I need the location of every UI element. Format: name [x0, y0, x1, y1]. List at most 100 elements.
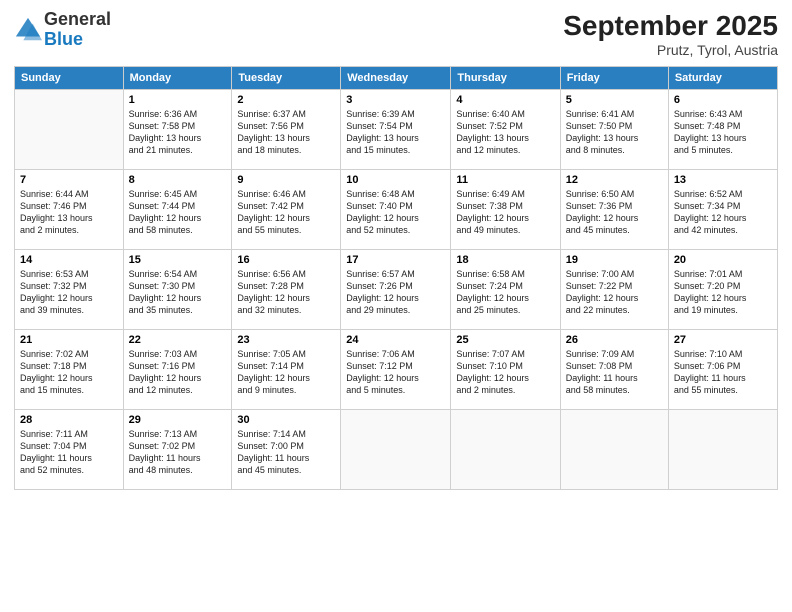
weekday-saturday: Saturday	[668, 67, 777, 90]
calendar-cell: 1 Sunrise: 6:36 AM Sunset: 7:58 PM Daylig…	[123, 90, 232, 170]
week-row-4: 21 Sunrise: 7:02 AM Sunset: 7:18 PM Dayli…	[15, 330, 778, 410]
weekday-monday: Monday	[123, 67, 232, 90]
title-block: September 2025 Prutz, Tyrol, Austria	[563, 10, 778, 58]
header: General Blue September 2025 Prutz, Tyrol…	[14, 10, 778, 58]
cell-text: Sunrise: 6:48 AM Sunset: 7:40 PM Dayligh…	[346, 188, 445, 237]
calendar-cell	[451, 410, 560, 490]
location: Prutz, Tyrol, Austria	[563, 42, 778, 58]
calendar-cell: 7 Sunrise: 6:44 AM Sunset: 7:46 PM Daylig…	[15, 170, 124, 250]
day-number: 7	[20, 174, 118, 186]
calendar-cell: 6 Sunrise: 6:43 AM Sunset: 7:48 PM Daylig…	[668, 90, 777, 170]
cell-text: Sunrise: 6:41 AM Sunset: 7:50 PM Dayligh…	[566, 108, 663, 157]
cell-text: Sunrise: 7:01 AM Sunset: 7:20 PM Dayligh…	[674, 268, 772, 317]
calendar-cell: 8 Sunrise: 6:45 AM Sunset: 7:44 PM Daylig…	[123, 170, 232, 250]
day-number: 27	[674, 334, 772, 346]
weekday-tuesday: Tuesday	[232, 67, 341, 90]
cell-text: Sunrise: 6:53 AM Sunset: 7:32 PM Dayligh…	[20, 268, 118, 317]
cell-text: Sunrise: 6:58 AM Sunset: 7:24 PM Dayligh…	[456, 268, 554, 317]
week-row-3: 14 Sunrise: 6:53 AM Sunset: 7:32 PM Dayli…	[15, 250, 778, 330]
calendar-cell: 24 Sunrise: 7:06 AM Sunset: 7:12 PM Dayli…	[341, 330, 451, 410]
day-number: 22	[129, 334, 227, 346]
day-number: 12	[566, 174, 663, 186]
day-number: 8	[129, 174, 227, 186]
week-row-2: 7 Sunrise: 6:44 AM Sunset: 7:46 PM Daylig…	[15, 170, 778, 250]
day-number: 19	[566, 254, 663, 266]
day-number: 11	[456, 174, 554, 186]
calendar-cell	[668, 410, 777, 490]
day-number: 20	[674, 254, 772, 266]
cell-text: Sunrise: 6:43 AM Sunset: 7:48 PM Dayligh…	[674, 108, 772, 157]
calendar-cell	[341, 410, 451, 490]
calendar-cell: 5 Sunrise: 6:41 AM Sunset: 7:50 PM Daylig…	[560, 90, 668, 170]
calendar-cell: 28Sunrise: 7:11 AM Sunset: 7:04 PM Dayli…	[15, 410, 124, 490]
calendar-cell: 29 Sunrise: 7:13 AM Sunset: 7:02 PM Dayli…	[123, 410, 232, 490]
cell-text: Sunrise: 6:37 AM Sunset: 7:56 PM Dayligh…	[237, 108, 335, 157]
calendar-cell: 30 Sunrise: 7:14 AM Sunset: 7:00 PM Dayli…	[232, 410, 341, 490]
calendar: SundayMondayTuesdayWednesdayThursdayFrid…	[14, 66, 778, 490]
day-number: 2	[237, 94, 335, 106]
cell-text: Sunrise: 6:44 AM Sunset: 7:46 PM Dayligh…	[20, 188, 118, 237]
calendar-cell: 10Sunrise: 6:48 AM Sunset: 7:40 PM Dayli…	[341, 170, 451, 250]
calendar-cell	[560, 410, 668, 490]
calendar-cell: 19 Sunrise: 7:00 AM Sunset: 7:22 PM Dayli…	[560, 250, 668, 330]
day-number: 4	[456, 94, 554, 106]
calendar-cell: 17Sunrise: 6:57 AM Sunset: 7:26 PM Dayli…	[341, 250, 451, 330]
cell-text: Sunrise: 7:10 AM Sunset: 7:06 PM Dayligh…	[674, 348, 772, 397]
cell-text: Sunrise: 6:57 AM Sunset: 7:26 PM Dayligh…	[346, 268, 445, 317]
day-number: 6	[674, 94, 772, 106]
day-number: 25	[456, 334, 554, 346]
weekday-header-row: SundayMondayTuesdayWednesdayThursdayFrid…	[15, 67, 778, 90]
calendar-cell: 15 Sunrise: 6:54 AM Sunset: 7:30 PM Dayli…	[123, 250, 232, 330]
day-number: 14	[20, 254, 118, 266]
cell-text: Sunrise: 6:46 AM Sunset: 7:42 PM Dayligh…	[237, 188, 335, 237]
cell-text: Sunrise: 7:02 AM Sunset: 7:18 PM Dayligh…	[20, 348, 118, 397]
day-number: 26	[566, 334, 663, 346]
cell-text: Sunrise: 6:39 AM Sunset: 7:54 PM Dayligh…	[346, 108, 445, 157]
cell-text: Sunrise: 6:54 AM Sunset: 7:30 PM Dayligh…	[129, 268, 227, 317]
logo-general-text: General	[44, 9, 111, 29]
cell-text: Sunrise: 7:00 AM Sunset: 7:22 PM Dayligh…	[566, 268, 663, 317]
day-number: 5	[566, 94, 663, 106]
logo-icon	[14, 16, 42, 44]
cell-text: Sunrise: 7:09 AM Sunset: 7:08 PM Dayligh…	[566, 348, 663, 397]
cell-text: Sunrise: 6:45 AM Sunset: 7:44 PM Dayligh…	[129, 188, 227, 237]
calendar-cell: 27 Sunrise: 7:10 AM Sunset: 7:06 PM Dayli…	[668, 330, 777, 410]
cell-text: Sunrise: 7:06 AM Sunset: 7:12 PM Dayligh…	[346, 348, 445, 397]
calendar-cell: 12 Sunrise: 6:50 AM Sunset: 7:36 PM Dayli…	[560, 170, 668, 250]
calendar-cell: 13Sunrise: 6:52 AM Sunset: 7:34 PM Dayli…	[668, 170, 777, 250]
cell-text: Sunrise: 6:40 AM Sunset: 7:52 PM Dayligh…	[456, 108, 554, 157]
calendar-cell: 22 Sunrise: 7:03 AM Sunset: 7:16 PM Dayli…	[123, 330, 232, 410]
weekday-friday: Friday	[560, 67, 668, 90]
day-number: 29	[129, 414, 227, 426]
calendar-cell: 16Sunrise: 6:56 AM Sunset: 7:28 PM Dayli…	[232, 250, 341, 330]
day-number: 24	[346, 334, 445, 346]
cell-text: Sunrise: 7:03 AM Sunset: 7:16 PM Dayligh…	[129, 348, 227, 397]
day-number: 3	[346, 94, 445, 106]
day-number: 21	[20, 334, 118, 346]
cell-text: Sunrise: 7:13 AM Sunset: 7:02 PM Dayligh…	[129, 428, 227, 477]
cell-text: Sunrise: 6:52 AM Sunset: 7:34 PM Dayligh…	[674, 188, 772, 237]
calendar-cell: 2 Sunrise: 6:37 AM Sunset: 7:56 PM Daylig…	[232, 90, 341, 170]
calendar-cell: 20 Sunrise: 7:01 AM Sunset: 7:20 PM Dayli…	[668, 250, 777, 330]
calendar-header: SundayMondayTuesdayWednesdayThursdayFrid…	[15, 67, 778, 90]
day-number: 1	[129, 94, 227, 106]
day-number: 28	[20, 414, 118, 426]
calendar-cell: 4 Sunrise: 6:40 AM Sunset: 7:52 PM Daylig…	[451, 90, 560, 170]
calendar-cell: 18 Sunrise: 6:58 AM Sunset: 7:24 PM Dayli…	[451, 250, 560, 330]
calendar-cell: 26 Sunrise: 7:09 AM Sunset: 7:08 PM Dayli…	[560, 330, 668, 410]
cell-text: Sunrise: 6:50 AM Sunset: 7:36 PM Dayligh…	[566, 188, 663, 237]
week-row-5: 28Sunrise: 7:11 AM Sunset: 7:04 PM Dayli…	[15, 410, 778, 490]
calendar-cell: 25Sunrise: 7:07 AM Sunset: 7:10 PM Dayli…	[451, 330, 560, 410]
week-row-1: 1 Sunrise: 6:36 AM Sunset: 7:58 PM Daylig…	[15, 90, 778, 170]
weekday-sunday: Sunday	[15, 67, 124, 90]
calendar-cell: 21 Sunrise: 7:02 AM Sunset: 7:18 PM Dayli…	[15, 330, 124, 410]
calendar-cell: 14 Sunrise: 6:53 AM Sunset: 7:32 PM Dayli…	[15, 250, 124, 330]
calendar-cell: 3 Sunrise: 6:39 AM Sunset: 7:54 PM Daylig…	[341, 90, 451, 170]
cell-text: Sunrise: 6:49 AM Sunset: 7:38 PM Dayligh…	[456, 188, 554, 237]
cell-text: Sunrise: 7:14 AM Sunset: 7:00 PM Dayligh…	[237, 428, 335, 477]
page: General Blue September 2025 Prutz, Tyrol…	[0, 0, 792, 612]
day-number: 15	[129, 254, 227, 266]
day-number: 18	[456, 254, 554, 266]
day-number: 30	[237, 414, 335, 426]
cell-text: Sunrise: 6:36 AM Sunset: 7:58 PM Dayligh…	[129, 108, 227, 157]
